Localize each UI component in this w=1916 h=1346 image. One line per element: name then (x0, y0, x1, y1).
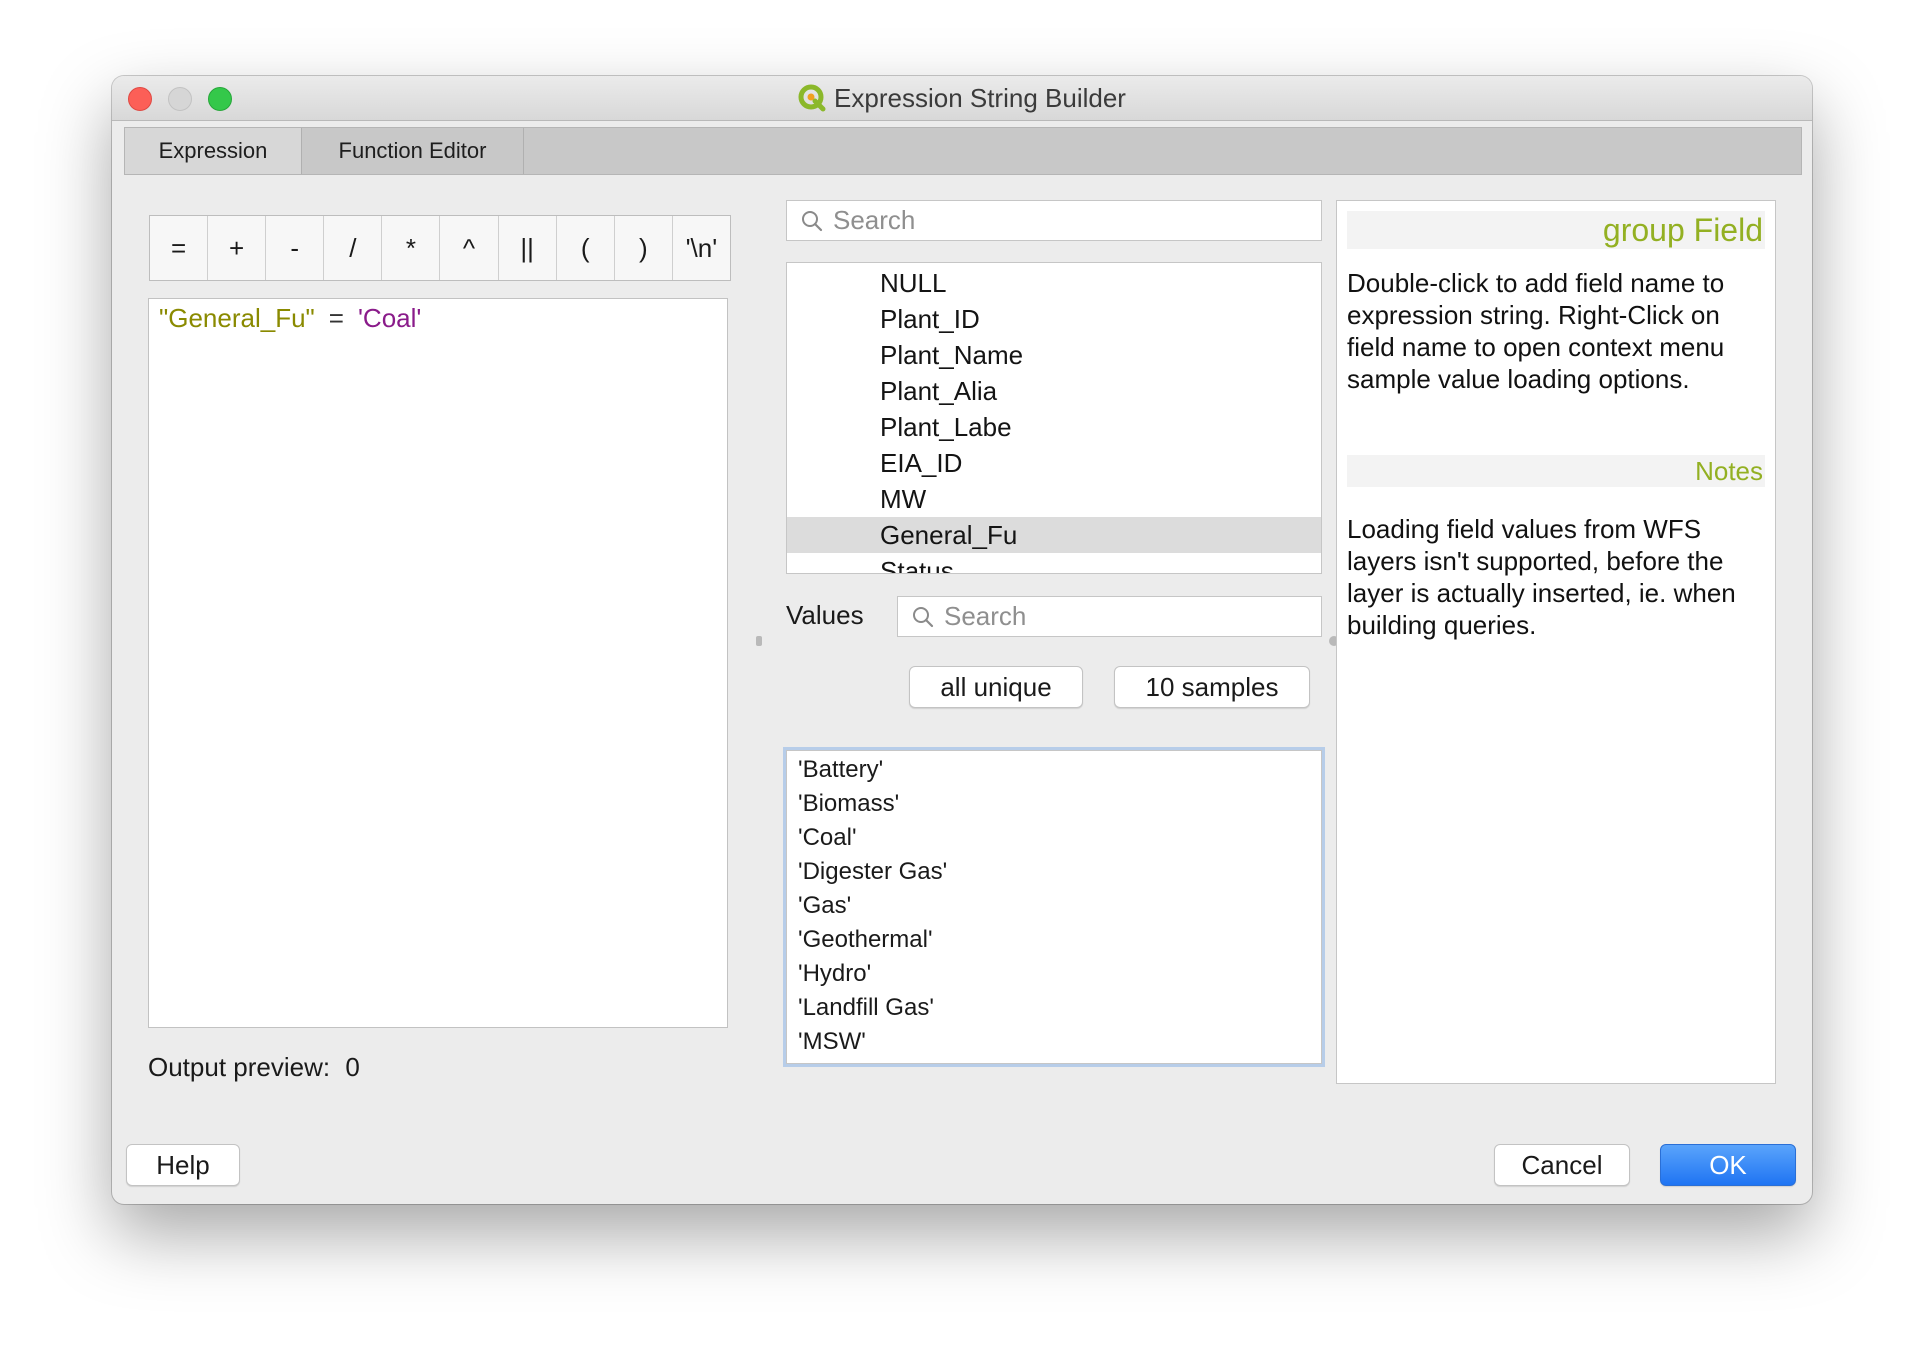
field-search-placeholder: Search (833, 205, 916, 235)
operator-toolbar: = + - / * ^ || ( ) '\n' (149, 215, 731, 281)
title-bar: Expression String Builder (112, 76, 1812, 121)
tab-expression[interactable]: Expression (125, 128, 302, 174)
window-title: Expression String Builder (834, 82, 1126, 113)
help-notes-title: Notes (1347, 455, 1765, 487)
field-item-plant-name[interactable]: Plant_Name (787, 337, 1321, 373)
output-preview: Output preview: 0 (148, 1052, 360, 1083)
operator-minus-button[interactable]: - (266, 216, 325, 280)
output-preview-value: 0 (345, 1052, 360, 1082)
search-icon (802, 210, 823, 231)
value-item-battery[interactable]: 'Battery' (787, 753, 1321, 787)
operator-divide-button[interactable]: / (324, 216, 383, 280)
operator-newline-button[interactable]: '\n' (672, 216, 730, 280)
value-item-biomass[interactable]: 'Biomass' (787, 787, 1321, 821)
qgis-logo-icon (798, 84, 826, 112)
expression-editor[interactable]: "General_Fu" = 'Coal' (148, 298, 728, 1028)
field-item-null[interactable]: NULL (787, 265, 1321, 301)
search-icon (913, 606, 934, 627)
help-panel: group Field Double-click to add field na… (1336, 200, 1776, 1084)
value-item-gas[interactable]: 'Gas' (787, 889, 1321, 923)
operator-open-paren-button[interactable]: ( (556, 216, 615, 280)
operator-power-button[interactable]: ^ (440, 216, 499, 280)
value-item-coal[interactable]: 'Coal' (787, 821, 1321, 855)
help-group-title: group Field (1347, 211, 1765, 249)
values-search-input[interactable]: Search (897, 596, 1322, 637)
field-search-input[interactable]: Search (786, 200, 1322, 241)
help-button[interactable]: Help (126, 1144, 240, 1186)
ok-button[interactable]: OK (1660, 1144, 1796, 1186)
field-item-plant-alia[interactable]: Plant_Alia (787, 373, 1321, 409)
value-item-geothermal[interactable]: 'Geothermal' (787, 923, 1321, 957)
field-item-plant-id[interactable]: Plant_ID (787, 301, 1321, 337)
operator-close-paren-button[interactable]: ) (614, 216, 673, 280)
field-item-eia-id[interactable]: EIA_ID (787, 445, 1321, 481)
values-list[interactable]: 'Battery' 'Biomass' 'Coal' 'Digester Gas… (786, 750, 1322, 1064)
output-preview-label: Output preview: (148, 1052, 331, 1082)
tab-function-editor[interactable]: Function Editor (302, 128, 524, 174)
field-item-general-fu[interactable]: General_Fu (787, 517, 1321, 553)
ten-samples-button[interactable]: 10 samples (1114, 666, 1310, 708)
expression-field-token: "General_Fu" (159, 303, 315, 333)
help-description: Double-click to add field name to expres… (1347, 268, 1725, 394)
field-item-plant-labe[interactable]: Plant_Labe (787, 409, 1321, 445)
value-item-hydro[interactable]: 'Hydro' (787, 957, 1321, 991)
operator-equals-button[interactable]: = (150, 216, 209, 280)
values-label: Values (786, 600, 864, 630)
all-unique-button[interactable]: all unique (909, 666, 1083, 708)
help-notes-text: Loading field values from WFS layers isn… (1347, 514, 1736, 640)
tab-bar: Expression Function Editor (124, 127, 1802, 175)
values-search-placeholder: Search (944, 601, 1027, 631)
operator-plus-button[interactable]: + (208, 216, 267, 280)
title-wrap: Expression String Builder (112, 76, 1812, 120)
expression-value-token: 'Coal' (357, 303, 422, 333)
operator-concat-button[interactable]: || (498, 216, 557, 280)
splitter-handle-left[interactable] (756, 636, 762, 646)
field-item-mw[interactable]: MW (787, 481, 1321, 517)
expression-operator-token: = (328, 303, 344, 333)
value-item-digester-gas[interactable]: 'Digester Gas' (787, 855, 1321, 889)
cancel-button[interactable]: Cancel (1494, 1144, 1630, 1186)
field-item-status[interactable]: Status (787, 553, 1321, 573)
operator-multiply-button[interactable]: * (382, 216, 441, 280)
value-item-msw[interactable]: 'MSW' (787, 1025, 1321, 1059)
value-item-landfill-gas[interactable]: 'Landfill Gas' (787, 991, 1321, 1025)
field-tree[interactable]: NULL Plant_ID Plant_Name Plant_Alia Plan… (786, 262, 1322, 574)
